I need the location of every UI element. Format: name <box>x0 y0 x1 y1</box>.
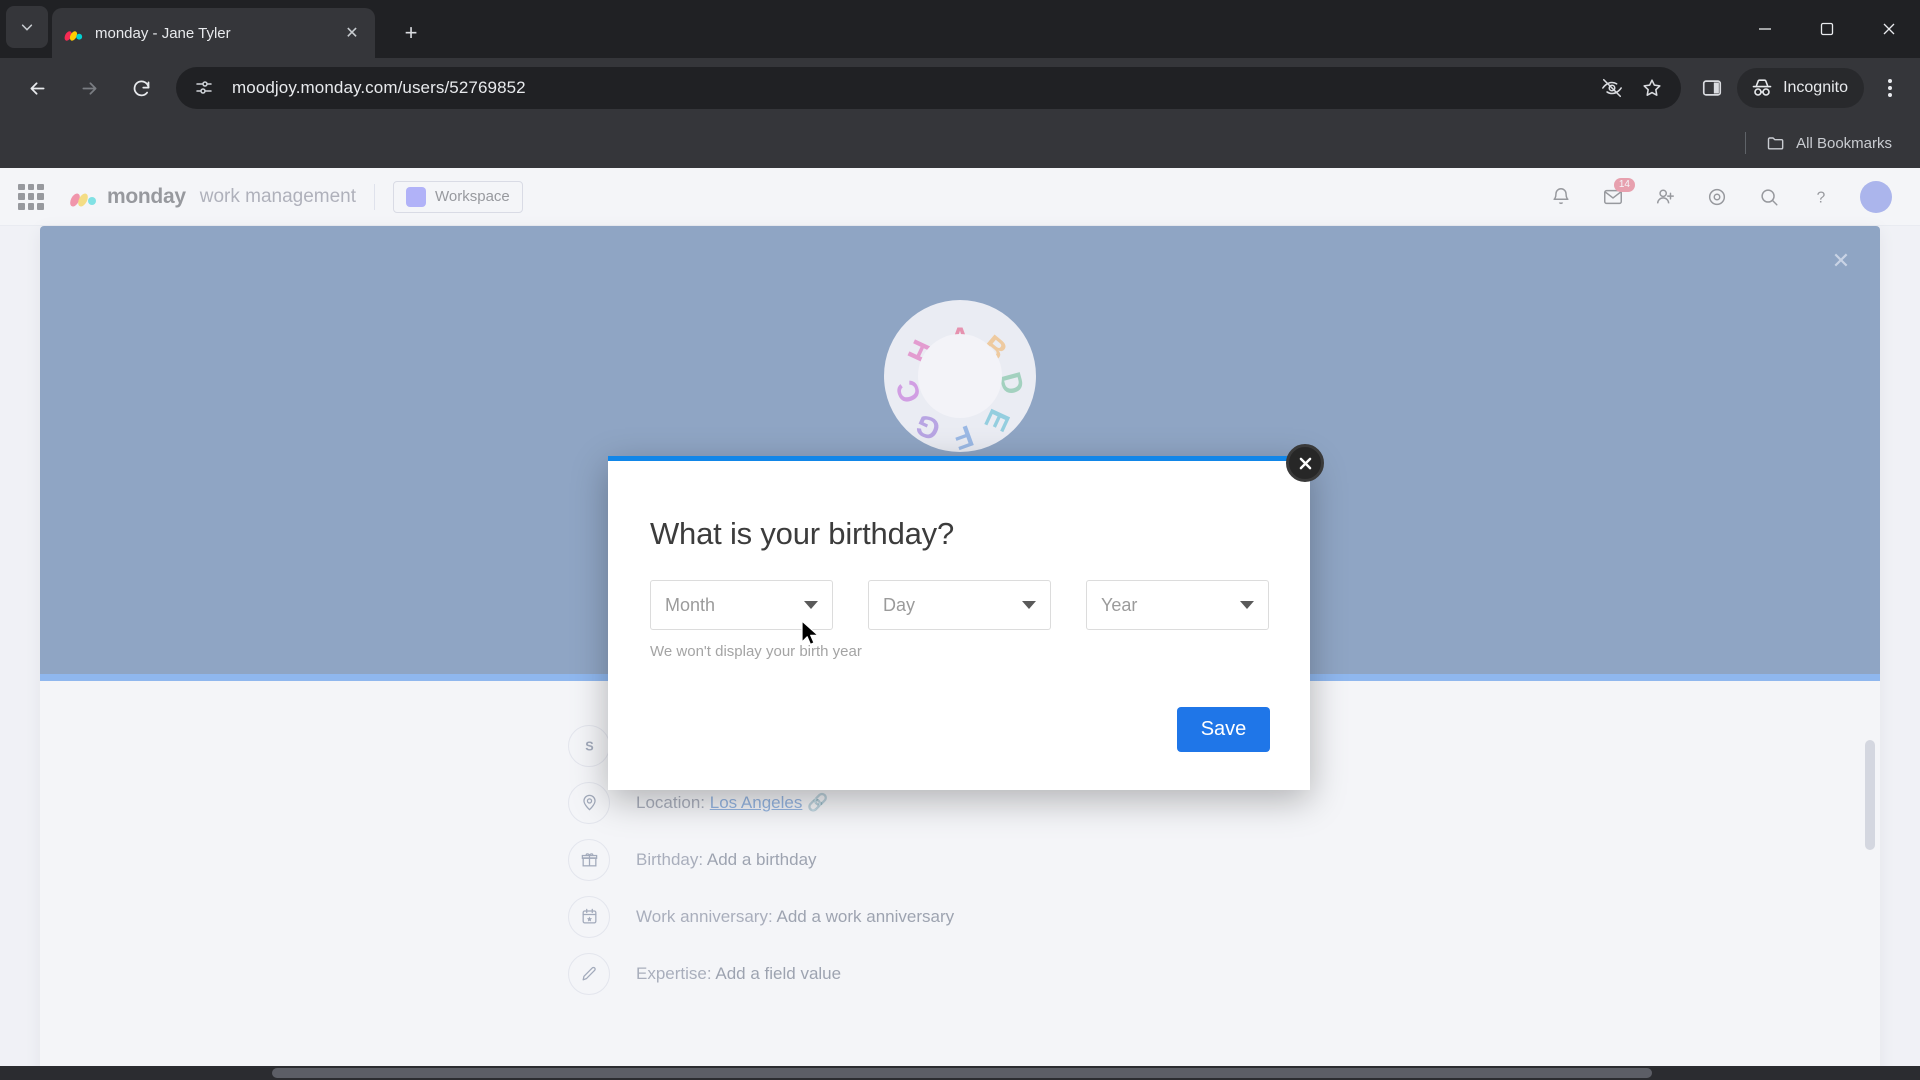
folder-icon <box>1767 137 1784 150</box>
all-bookmarks-button[interactable]: All Bookmarks <box>1766 133 1892 153</box>
avatar-inner <box>918 334 1002 418</box>
dialog-close-button[interactable] <box>1286 444 1324 482</box>
kebab-menu-icon[interactable] <box>1868 66 1912 110</box>
monday-logo-icon <box>64 24 83 43</box>
site-settings-icon[interactable] <box>192 76 216 100</box>
chevron-down-icon <box>21 24 33 31</box>
omnibox-actions <box>1595 71 1673 105</box>
incognito-icon <box>1752 79 1772 96</box>
star-icon[interactable] <box>1635 71 1669 105</box>
new-tab-button[interactable]: + <box>394 16 428 50</box>
browser-toolbar: moodjoy.monday.com/users/52769852 Incogn… <box>0 58 1920 118</box>
forward-button[interactable] <box>68 67 110 109</box>
mouse-cursor <box>801 620 819 645</box>
incognito-profile-button[interactable]: Incognito <box>1737 68 1864 108</box>
eye-off-icon[interactable] <box>1595 71 1629 105</box>
birthday-dialog: What is your birthday? Month Day Year We… <box>608 456 1310 790</box>
chevron-down-icon <box>804 601 818 609</box>
day-select[interactable]: Day <box>868 580 1051 630</box>
window-controls <box>1734 0 1920 58</box>
back-button[interactable] <box>16 67 58 109</box>
bookmarks-bar: All Bookmarks <box>0 118 1920 168</box>
month-select-label: Month <box>665 594 716 615</box>
minimize-button[interactable] <box>1734 0 1796 58</box>
close-icon <box>1299 457 1311 469</box>
page-horizontal-scrollbar[interactable] <box>0 1066 1920 1080</box>
chevron-down-icon <box>1022 601 1036 609</box>
tab-search-button[interactable] <box>6 6 48 48</box>
incognito-label: Incognito <box>1783 79 1848 96</box>
dialog-title: What is your birthday? <box>650 516 955 551</box>
year-select[interactable]: Year <box>1086 580 1269 630</box>
browser-tab[interactable]: monday - Jane Tyler ✕ <box>52 8 375 58</box>
save-button[interactable]: Save <box>1177 707 1270 752</box>
day-select-label: Day <box>883 594 916 615</box>
reload-button[interactable] <box>120 67 162 109</box>
url-text[interactable]: moodjoy.monday.com/users/52769852 <box>232 78 1595 98</box>
birthday-selects: Month Day Year <box>650 580 1269 630</box>
horizontal-scrollbar-thumb[interactable] <box>272 1068 1652 1078</box>
year-select-label: Year <box>1101 594 1138 615</box>
bookmarks-divider <box>1745 132 1747 154</box>
tab-strip: monday - Jane Tyler ✕ + <box>0 0 1920 58</box>
browser-window: monday - Jane Tyler ✕ + moodjoy.monday.c… <box>0 0 1920 1080</box>
tab-title: monday - Jane Tyler <box>95 25 231 41</box>
maximize-button[interactable] <box>1796 0 1858 58</box>
address-bar[interactable]: moodjoy.monday.com/users/52769852 <box>176 67 1682 109</box>
side-panel-icon[interactable] <box>1691 67 1733 109</box>
chevron-down-icon <box>1240 601 1254 609</box>
birth-year-hint: We won't display your birth year <box>650 643 862 660</box>
close-window-button[interactable] <box>1858 0 1920 58</box>
all-bookmarks-label: All Bookmarks <box>1796 134 1892 152</box>
tab-close-button[interactable]: ✕ <box>341 22 363 44</box>
